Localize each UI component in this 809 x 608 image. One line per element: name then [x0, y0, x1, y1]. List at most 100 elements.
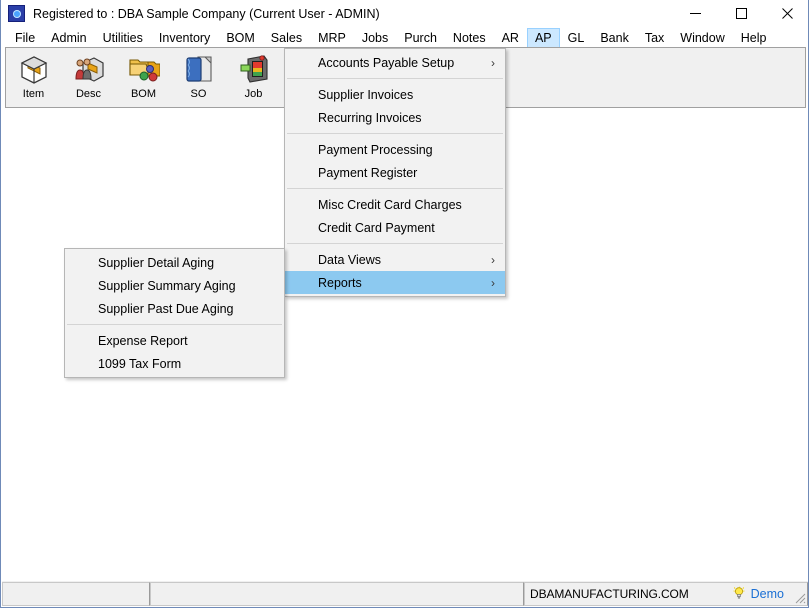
- box-icon: [18, 53, 50, 85]
- menubar-item-help[interactable]: Help: [733, 28, 775, 48]
- status-panel-3: DBAMANUFACTURING.COM Demo: [524, 582, 808, 606]
- machine-icon: [238, 53, 270, 85]
- toolbar-button-desc[interactable]: Desc: [61, 49, 116, 107]
- menubar-item-label: File: [15, 30, 36, 45]
- menubar-item-ar[interactable]: AR: [494, 28, 527, 48]
- menu-item-recurring-invoices[interactable]: Recurring Invoices: [285, 106, 505, 129]
- status-bar: DBAMANUFACTURING.COM Demo: [2, 580, 808, 606]
- menubar-item-label: Notes: [452, 30, 486, 45]
- minimize-button[interactable]: [672, 0, 718, 28]
- menubar-item-label: Bank: [600, 30, 629, 45]
- toolbar-button-job[interactable]: Job: [226, 49, 281, 107]
- window-controls: [672, 0, 808, 28]
- menu-item-expense-report[interactable]: Expense Report: [65, 329, 284, 352]
- menubar-item-tax[interactable]: Tax: [637, 28, 672, 48]
- menubar-item-utilities[interactable]: Utilities: [95, 28, 151, 48]
- menu-item-supplier-invoices[interactable]: Supplier Invoices: [285, 83, 505, 106]
- menu-item-misc-credit-card-charges[interactable]: Misc Credit Card Charges: [285, 193, 505, 216]
- toolbar-button-item[interactable]: Item: [6, 49, 61, 107]
- menubar-item-label: AP: [534, 30, 552, 45]
- menubar-item-label: Purch: [404, 30, 437, 45]
- menu-item-label: Data Views: [318, 252, 381, 267]
- chevron-right-icon: ›: [491, 55, 495, 70]
- notepad-icon: [183, 53, 215, 85]
- toolbar-label: Desc: [75, 88, 102, 100]
- menu-item-1099-tax-form[interactable]: 1099 Tax Form: [65, 352, 284, 375]
- ap-reports-submenu: Supplier Detail Aging Supplier Summary Ag…: [64, 248, 285, 378]
- menu-item-supplier-detail-aging[interactable]: Supplier Detail Aging: [65, 251, 284, 274]
- toolbar-label: Item: [22, 88, 45, 100]
- menu-item-label: Recurring Invoices: [318, 110, 422, 125]
- menubar-item-gl[interactable]: GL: [560, 28, 593, 48]
- menu-item-supplier-past-due-aging[interactable]: Supplier Past Due Aging: [65, 297, 284, 320]
- chevron-right-icon: ›: [491, 252, 495, 267]
- menu-separator: [287, 243, 503, 244]
- menu-item-label: Payment Register: [318, 165, 418, 180]
- demo-label: Demo: [750, 587, 784, 601]
- menu-item-label: Supplier Detail Aging: [98, 255, 215, 270]
- menu-item-data-views[interactable]: Data Views ›: [285, 248, 505, 271]
- toolbar-label: SO: [190, 88, 207, 100]
- menu-item-accounts-payable-setup[interactable]: Accounts Payable Setup ›: [285, 51, 505, 74]
- toolbar-label: BOM: [130, 88, 157, 100]
- menubar-item-label: Window: [680, 30, 725, 45]
- close-button[interactable]: [764, 0, 808, 28]
- menu-item-label: Credit Card Payment: [318, 220, 435, 235]
- menu-item-payment-register[interactable]: Payment Register: [285, 161, 505, 184]
- menu-item-label: Supplier Summary Aging: [98, 278, 236, 293]
- menu-item-reports[interactable]: Reports ›: [285, 271, 505, 294]
- toolbar-label: Job: [244, 88, 263, 100]
- menubar-item-label: Admin: [51, 30, 87, 45]
- menubar-item-notes[interactable]: Notes: [445, 28, 494, 48]
- menu-item-label: 1099 Tax Form: [98, 356, 182, 371]
- menubar-item-admin[interactable]: Admin: [43, 28, 94, 48]
- menubar-item-label: Help: [740, 30, 767, 45]
- menu-separator: [287, 133, 503, 134]
- menu-item-label: Payment Processing: [318, 142, 433, 157]
- menubar-item-bom[interactable]: BOM: [218, 28, 262, 48]
- menubar-item-bank[interactable]: Bank: [592, 28, 637, 48]
- menubar-item-mrp[interactable]: MRP: [310, 28, 354, 48]
- status-panel-1: [2, 582, 150, 606]
- maximize-button[interactable]: [718, 0, 764, 28]
- people-box-icon: [73, 53, 105, 85]
- menubar-item-ap[interactable]: AP: [526, 28, 560, 48]
- menu-item-label: Misc Credit Card Charges: [318, 197, 462, 212]
- application-window: Registered to : DBA Sample Company (Curr…: [0, 0, 809, 608]
- menubar-item-label: Jobs: [361, 30, 389, 45]
- toolbar-button-bom[interactable]: BOM: [116, 49, 171, 107]
- accounts-payable-menu: Accounts Payable Setup › Supplier Invoices…: [284, 48, 506, 297]
- menubar-item-label: MRP: [318, 30, 346, 45]
- menu-separator: [287, 78, 503, 79]
- menubar-item-window[interactable]: Window: [672, 28, 732, 48]
- menubar-item-sales[interactable]: Sales: [263, 28, 310, 48]
- status-panel-2: [150, 582, 524, 606]
- menubar-item-label: Inventory: [158, 30, 211, 45]
- menubar-item-label: AR: [501, 30, 519, 45]
- menubar-item-inventory[interactable]: Inventory: [151, 28, 218, 48]
- menu-item-label: Supplier Past Due Aging: [98, 301, 234, 316]
- menu-bar: File Admin Utilities Inventory BOM Sales MRP Jo…: [1, 28, 808, 48]
- menubar-item-file[interactable]: File: [7, 28, 43, 48]
- menubar-item-label: Tax: [644, 30, 665, 45]
- menubar-item-label: Sales: [270, 30, 303, 45]
- status-domain-text: DBAMANUFACTURING.COM: [530, 587, 689, 601]
- menu-item-label: Accounts Payable Setup: [318, 55, 455, 70]
- resize-grip[interactable]: [792, 590, 806, 604]
- menu-item-supplier-summary-aging[interactable]: Supplier Summary Aging: [65, 274, 284, 297]
- menu-item-label: Reports: [318, 275, 362, 290]
- folder-tree-icon: [128, 53, 160, 85]
- menubar-item-label: GL: [567, 30, 585, 45]
- toolbar-button-so[interactable]: SO: [171, 49, 226, 107]
- app-gear-icon: [8, 5, 25, 22]
- menu-item-label: Supplier Invoices: [318, 87, 414, 102]
- menu-separator: [287, 188, 503, 189]
- menu-item-credit-card-payment[interactable]: Credit Card Payment: [285, 216, 505, 239]
- menubar-item-label: Utilities: [102, 30, 143, 45]
- menu-item-payment-processing[interactable]: Payment Processing: [285, 138, 505, 161]
- menubar-item-label: BOM: [226, 30, 255, 45]
- menubar-item-jobs[interactable]: Jobs: [354, 28, 396, 48]
- window-title: Registered to : DBA Sample Company (Curr…: [33, 6, 380, 21]
- menubar-item-purch[interactable]: Purch: [396, 28, 445, 48]
- lightbulb-icon: [732, 585, 746, 603]
